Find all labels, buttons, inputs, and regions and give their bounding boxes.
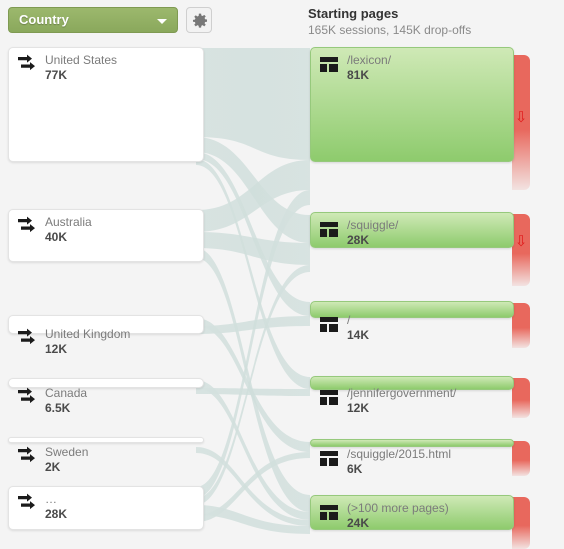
dropoff-bar — [512, 441, 530, 476]
node-value: 77K — [45, 68, 68, 82]
flow-node-country[interactable]: Australia 40K — [8, 209, 204, 262]
node-box — [310, 439, 514, 447]
node-label: United States — [45, 53, 118, 67]
node-label: Canada — [45, 386, 88, 400]
page-layout-icon — [320, 451, 338, 466]
node-content: / 14K — [318, 313, 369, 343]
arrows-right-icon — [18, 54, 35, 71]
dropoff-arrow-icon: ⇩ — [514, 233, 528, 250]
node-label: /squiggle/2015.html — [347, 447, 452, 461]
arrows-right-icon — [18, 387, 35, 404]
flow-node-country[interactable]: Sweden 2K — [8, 437, 204, 474]
node-content: /squiggle/2015.html 6K — [318, 447, 451, 477]
node-label: /lexicon/ — [347, 53, 392, 67]
node-label: /jennifergovernment/ — [347, 386, 457, 400]
node-content: Canada 6.5K — [16, 386, 87, 416]
flow-node-page[interactable]: /squiggle/2015.html 6K — [310, 439, 514, 476]
flow-node-country[interactable]: Canada 6.5K — [8, 378, 204, 415]
dropoff-bar: ⇩ — [512, 214, 530, 286]
flow-node-page[interactable]: /lexicon/ 81K — [310, 47, 514, 162]
node-value: 24K — [347, 516, 370, 530]
node-label: United Kingdom — [45, 327, 131, 341]
node-value: 40K — [45, 230, 68, 244]
node-label: … — [45, 492, 57, 506]
node-content: /lexicon/ 81K — [318, 53, 391, 83]
node-value: 14K — [347, 328, 370, 342]
node-value: 6K — [347, 462, 363, 476]
page-layout-icon — [320, 505, 338, 520]
dropoff-arrow-icon: ⇩ — [514, 109, 528, 126]
flow-node-country[interactable]: … 28K — [8, 486, 204, 530]
flow-node-page[interactable]: (>100 more pages) 24K — [310, 495, 514, 530]
flow-node-country[interactable]: United Kingdom 12K — [8, 315, 204, 356]
page-layout-icon — [320, 57, 338, 72]
flow-node-country[interactable]: United States 77K — [8, 47, 204, 162]
dropoff-bar — [512, 378, 530, 418]
dropoff-bar — [512, 497, 530, 549]
node-content: /jennifergovernment/ 12K — [318, 386, 456, 416]
node-content: … 28K — [16, 492, 67, 522]
arrows-right-icon — [18, 216, 35, 233]
arrows-right-icon — [18, 446, 35, 463]
flow-node-page[interactable]: / 14K — [310, 301, 514, 342]
page-layout-icon — [320, 222, 338, 237]
node-content: (>100 more pages) 24K — [318, 501, 449, 531]
node-box — [8, 437, 204, 443]
node-label: Australia — [45, 215, 92, 229]
arrows-right-icon — [18, 328, 35, 345]
node-label: / — [347, 313, 351, 327]
node-value: 12K — [45, 342, 68, 356]
arrows-right-icon — [18, 493, 35, 510]
node-value: 28K — [347, 233, 370, 247]
node-label: (>100 more pages) — [347, 501, 449, 515]
node-value: 6.5K — [45, 401, 71, 415]
node-label: Sweden — [45, 445, 89, 459]
flow-report: Country Starting pages 165K sessions, 14… — [0, 0, 564, 549]
node-content: Sweden 2K — [16, 445, 88, 475]
node-content: United Kingdom 12K — [16, 327, 130, 357]
node-content: /squiggle/ 28K — [318, 218, 398, 248]
flow-node-page[interactable]: /jennifergovernment/ 12K — [310, 376, 514, 415]
node-value: 81K — [347, 68, 370, 82]
node-value: 28K — [45, 507, 68, 521]
flow-node-page[interactable]: /squiggle/ 28K — [310, 212, 514, 248]
node-content: United States 77K — [16, 53, 117, 83]
node-value: 2K — [45, 460, 61, 474]
node-content: Australia 40K — [16, 215, 92, 245]
page-layout-icon — [320, 317, 338, 332]
page-layout-icon — [320, 390, 338, 405]
node-label: /squiggle/ — [347, 218, 399, 232]
dropoff-bar — [512, 303, 530, 348]
dropoff-bar: ⇩ — [512, 55, 530, 190]
node-value: 12K — [347, 401, 370, 415]
